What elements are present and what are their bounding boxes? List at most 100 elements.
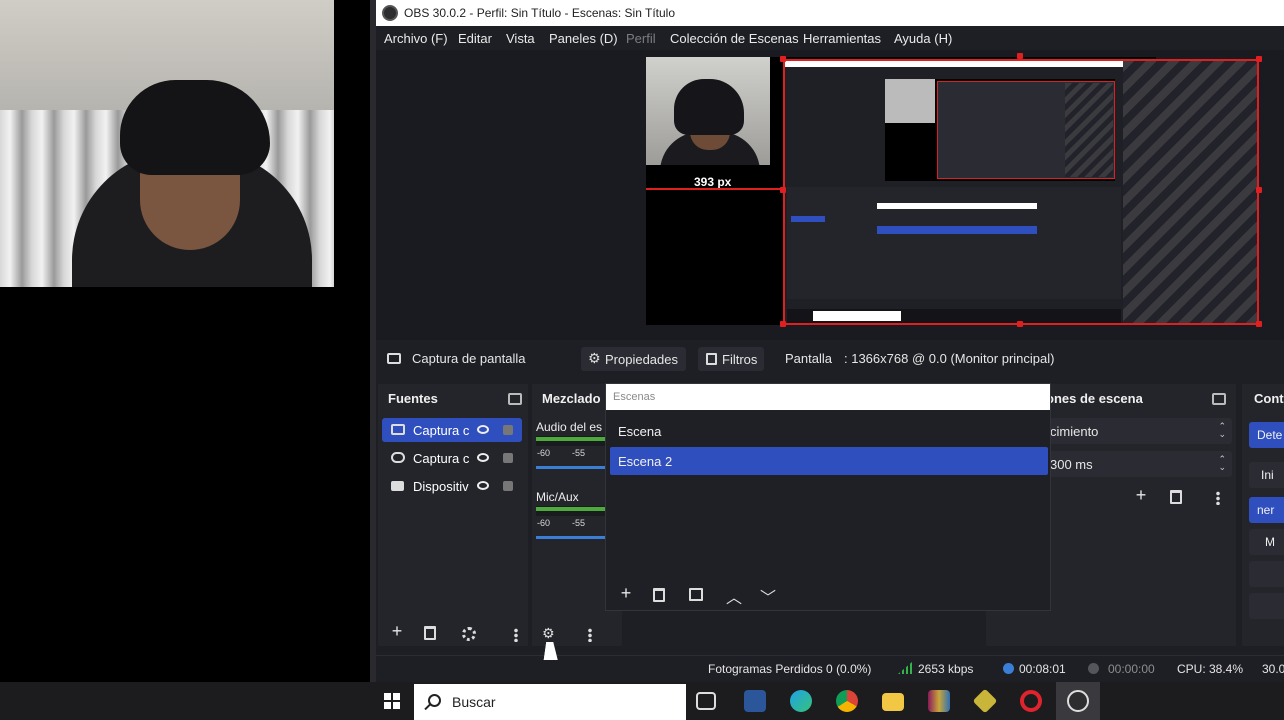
opera-icon[interactable] xyxy=(1020,690,1042,712)
undock-icon[interactable] xyxy=(508,393,522,405)
lock-icon[interactable] xyxy=(503,453,513,463)
eye-icon[interactable] xyxy=(477,453,489,462)
chrome-icon[interactable] xyxy=(836,690,858,712)
menu-archivo[interactable]: Archivo (F) xyxy=(384,31,448,46)
add-transition-button[interactable]: + xyxy=(1130,485,1152,507)
menu-vista[interactable]: Vista xyxy=(506,31,535,46)
filter-icon xyxy=(706,353,717,365)
menu-bar: Archivo (F) Editar Vista Paneles (D) Per… xyxy=(376,26,1284,50)
add-source-button[interactable]: + xyxy=(386,621,408,643)
lock-icon[interactable] xyxy=(503,425,513,435)
studio-mode-button[interactable]: M xyxy=(1249,529,1284,555)
word-icon[interactable] xyxy=(744,690,766,712)
file-explorer-icon[interactable] xyxy=(882,693,904,711)
more-options-icon[interactable] xyxy=(588,628,592,642)
stream-indicator-icon xyxy=(1003,663,1014,674)
nested-scene-selection xyxy=(877,226,1037,234)
eye-icon[interactable] xyxy=(477,425,489,434)
source-item[interactable]: Captura c xyxy=(382,418,522,442)
source-item[interactable]: Dispositiv xyxy=(382,474,522,498)
monitor-icon xyxy=(391,424,405,435)
start-recording-button[interactable]: Ini xyxy=(1249,462,1284,488)
menu-editar[interactable]: Editar xyxy=(458,31,492,46)
add-scene-button[interactable]: + xyxy=(615,583,637,605)
resize-handle[interactable] xyxy=(1017,53,1023,59)
studio-mode-label: M xyxy=(1265,535,1275,549)
monitor-icon xyxy=(387,353,401,364)
taskbar-search[interactable]: Buscar xyxy=(414,684,686,720)
filters-button[interactable]: Filtros xyxy=(698,347,764,371)
stop-streaming-button[interactable]: Dete xyxy=(1249,422,1284,448)
menu-ayuda[interactable]: Ayuda (H) xyxy=(894,31,952,46)
source-item[interactable]: Captura c xyxy=(382,446,522,470)
winrar-icon[interactable] xyxy=(928,690,950,712)
volume-slider[interactable] xyxy=(536,536,606,539)
trash-icon[interactable] xyxy=(424,626,436,640)
duration-value: 300 ms xyxy=(1050,457,1093,472)
edge-icon[interactable] xyxy=(790,690,812,712)
nested-source-selection xyxy=(791,216,825,222)
resize-handle[interactable] xyxy=(1256,187,1262,193)
menu-herramientas[interactable]: Herramientas xyxy=(803,31,881,46)
resize-handle[interactable] xyxy=(1256,321,1262,327)
windows-start-icon[interactable] xyxy=(384,693,400,709)
properties-button[interactable]: ⚙ Propiedades xyxy=(581,347,686,371)
obs-window: OBS 30.0.2 - Perfil: Sin Título - Escena… xyxy=(376,0,1284,682)
chevron-updown-icon: ⌃ ⌄ xyxy=(1218,421,1226,439)
lock-icon[interactable] xyxy=(503,481,513,491)
meter-tick: -55 xyxy=(572,518,586,528)
more-options-icon[interactable] xyxy=(1216,491,1220,505)
obs-icon[interactable] xyxy=(1067,690,1089,712)
resize-handle[interactable] xyxy=(780,187,786,193)
resize-handle[interactable] xyxy=(780,321,786,327)
mouse-cursor xyxy=(543,642,561,660)
gear-icon[interactable] xyxy=(462,627,476,641)
scene-item[interactable]: Escena xyxy=(610,417,1048,445)
source-item-label: Dispositiv xyxy=(413,479,469,494)
mixer-gear-icon[interactable]: ⚙ xyxy=(542,625,555,642)
scene-filters-icon[interactable] xyxy=(689,588,703,601)
trash-icon[interactable] xyxy=(653,588,665,602)
source-toolbar: Captura de pantalla ⚙ Propiedades Filtro… xyxy=(376,344,1284,374)
task-view-icon[interactable] xyxy=(696,692,716,710)
source-item-label: Captura c xyxy=(413,423,470,438)
preview-webcam-source[interactable] xyxy=(646,57,770,165)
chevron-up-icon[interactable]: ︿ xyxy=(726,584,742,608)
scene-item-label: Escena xyxy=(618,424,662,439)
chevron-down-icon[interactable]: ﹀ xyxy=(760,584,776,608)
window-title: OBS 30.0.2 - Perfil: Sin Título - Escena… xyxy=(404,6,676,20)
record-time: 00:00:00 xyxy=(1108,662,1155,676)
gear-icon: ⚙ xyxy=(588,350,601,366)
sources-title: Fuentes xyxy=(388,391,438,406)
resize-handle[interactable] xyxy=(1256,56,1262,62)
scene-item-label: Escena 2 xyxy=(618,454,673,469)
menu-coleccion-de-escenas[interactable]: Colección de Escenas xyxy=(670,31,799,46)
transitions-title: ones de escena xyxy=(1046,391,1143,406)
duration-spinbox[interactable]: 300 ms ⌃ ⌄ xyxy=(1046,451,1232,477)
resize-handle[interactable] xyxy=(1017,321,1023,327)
more-options-icon[interactable] xyxy=(514,628,518,642)
controls-title: Cont xyxy=(1254,391,1284,406)
preview-screen-capture-source[interactable] xyxy=(783,59,1259,325)
stop-streaming-label: Dete xyxy=(1257,428,1283,442)
selected-source-label: Captura de pantalla xyxy=(412,351,526,366)
resize-handle[interactable] xyxy=(780,56,786,62)
meter-tick: -60 xyxy=(537,518,551,528)
volume-slider[interactable] xyxy=(536,466,606,469)
nested-inner-hatch xyxy=(1065,83,1113,177)
nested-hatch-area xyxy=(1123,61,1257,323)
virtual-camera-button[interactable]: ner xyxy=(1249,497,1284,523)
undock-icon[interactable] xyxy=(1212,393,1226,405)
exit-button[interactable] xyxy=(1249,593,1284,619)
menu-paneles[interactable]: Paneles (D) xyxy=(549,31,618,46)
scene-item[interactable]: Escena 2 xyxy=(610,447,1048,475)
bitrate: 2653 kbps xyxy=(918,662,974,676)
display-select[interactable]: : 1366x768 @ 0.0 (Monitor principal) xyxy=(844,351,1054,366)
eye-icon[interactable] xyxy=(477,481,489,490)
scene-search-input[interactable]: Escenas xyxy=(606,384,1050,410)
settings-button[interactable] xyxy=(1249,561,1284,587)
webcam-overlay xyxy=(0,0,334,287)
transition-select[interactable]: cimiento ⌃ ⌄ xyxy=(1046,418,1232,444)
title-bar: OBS 30.0.2 - Perfil: Sin Título - Escena… xyxy=(376,0,1284,26)
trash-icon[interactable] xyxy=(1170,490,1182,504)
